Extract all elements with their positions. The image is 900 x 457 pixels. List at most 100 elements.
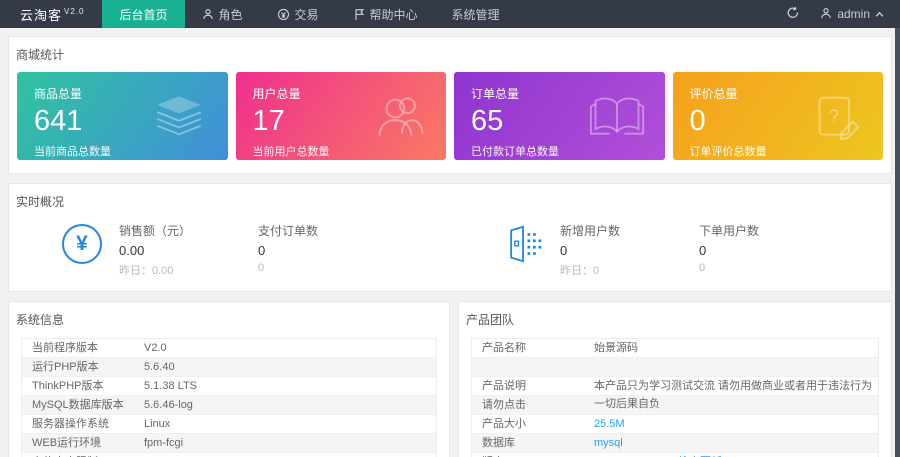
row-label: WEB运行环境: [22, 434, 144, 452]
stat-sub: 昨日：0: [560, 262, 699, 278]
stat-sub: 昨日：0.00: [119, 262, 258, 278]
user-name: admin: [837, 7, 870, 21]
table-row: MySQL数据库版本 5.6.46-log: [22, 396, 436, 415]
row-value: 5.6.40: [144, 358, 436, 376]
layers-icon: [150, 94, 208, 147]
product-team-title: 产品团队: [459, 302, 891, 337]
row-value: [594, 358, 878, 376]
table-row: ThinkPHP版本 5.1.38 LTS: [22, 377, 436, 396]
table-row: 当前程序版本 V2.0: [22, 339, 436, 358]
table-row: 运行PHP版本 5.6.40: [22, 358, 436, 377]
row-label: 产品名称: [472, 339, 594, 357]
note-question-icon: ?: [813, 94, 863, 147]
menu-item-trade-label: 交易: [295, 6, 319, 23]
stat-card-products: 商品总量 641 当前商品总数量: [17, 72, 228, 160]
user-avatar-icon: [820, 7, 832, 22]
main-menu: 后台首页 角色 交易: [102, 0, 516, 28]
database-link[interactable]: mysql: [594, 434, 878, 452]
menu-item-home[interactable]: 后台首页: [102, 0, 184, 28]
table-row: 请勿点击: [472, 396, 878, 415]
table-row: 产品说明 本产品只为学习测试交流 请勿用做商业或者用于违法行为 一切后果自负: [472, 377, 878, 396]
building-icon: [502, 223, 544, 265]
row-value: 5.1.38 LTS: [144, 377, 436, 395]
row-value: 始景源码: [594, 339, 878, 357]
stat-label: 销售额（元）: [119, 222, 258, 239]
table-row: WEB运行环境 fpm-fcgi: [22, 434, 436, 453]
product-team-table: 产品名称 始景源码 产品说明 本产品只为学习测试交流 请勿用做商业或者用于违法行…: [471, 338, 879, 457]
row-label: 产品说明: [472, 377, 594, 395]
row-label: 请勿点击: [472, 396, 594, 414]
row-label: MySQL数据库版本: [22, 396, 144, 414]
stat-value: 0: [560, 243, 699, 258]
product-team-panel: 产品团队 产品名称 始景源码 产品说明 本产品只为学习测试交流 请勿用做商业或者…: [458, 301, 892, 457]
row-label: 运行PHP版本: [22, 358, 144, 376]
row-value: 50M: [144, 453, 436, 457]
menu-item-help-label: 帮助中心: [370, 6, 418, 23]
menu-item-roles-label: 角色: [219, 6, 243, 23]
product-size-link[interactable]: 25.5M: [594, 415, 878, 433]
bottom-row: 系统信息 当前程序版本 V2.0 运行PHP版本 5.6.40 ThinkPHP…: [8, 301, 892, 457]
app-version: V2.0: [64, 7, 84, 16]
menu-item-roles[interactable]: 角色: [185, 0, 260, 28]
stat-value: 0: [699, 243, 838, 258]
table-row-empty: [472, 358, 878, 377]
stat-label: 新增用户数: [560, 222, 699, 239]
menu-item-system-label: 系统管理: [452, 6, 500, 23]
stat-sales: 销售额（元） 0.00 昨日：0.00: [119, 222, 258, 278]
row-value: fpm-fcgi: [144, 434, 436, 452]
chevron-up-icon: [875, 7, 884, 21]
row-value: 本产品只为学习测试交流 请勿用做商业或者用于违法行为 一切后果自负: [594, 377, 878, 395]
table-row: 版本 20100106 检查更新: [472, 453, 878, 457]
stat-new-users: 新增用户数 0 昨日：0: [560, 222, 699, 278]
window-scrollbar[interactable]: [895, 28, 900, 457]
stat-label: 支付订单数: [258, 222, 397, 239]
book-icon: [589, 94, 645, 143]
row-label: 数据库: [472, 434, 594, 452]
stat-value: 0: [258, 243, 397, 258]
stats-panel: 商城统计 商品总量 641 当前商品总数量: [8, 36, 892, 174]
stat-label: 下单用户数: [699, 222, 838, 239]
realtime-row: ¥ 销售额（元） 0.00 昨日：0.00 支付订单数 0 0: [9, 219, 891, 291]
stat-ordering-users: 下单用户数 0 0: [699, 222, 838, 274]
app-logo: 云淘客 V2.0: [0, 0, 102, 28]
realtime-group-users: 新增用户数 0 昨日：0 下单用户数 0 0: [450, 222, 891, 278]
yen-circle-icon: ¥: [61, 223, 103, 265]
row-value: Linux: [144, 415, 436, 433]
row-value: V2.0: [144, 339, 436, 357]
stat-cards: 商品总量 641 当前商品总数量 用户总量 17: [9, 72, 891, 173]
user-menu[interactable]: admin: [820, 7, 884, 22]
row-label: 版本: [472, 453, 594, 457]
row-label: ThinkPHP版本: [22, 377, 144, 395]
row-label: 产品大小: [472, 415, 594, 433]
menu-item-home-label: 后台首页: [119, 6, 167, 23]
stats-panel-title: 商城统计: [9, 37, 891, 72]
stat-value: 0.00: [119, 243, 258, 258]
realtime-panel: 实时概况 ¥ 销售额（元） 0.00 昨日：0.00 支付订单数 0 0: [8, 183, 892, 292]
menu-item-system[interactable]: 系统管理: [435, 0, 517, 28]
user-icon: [202, 8, 214, 20]
stat-card-reviews: 评价总量 0 订单评价总数量 ?: [673, 72, 884, 160]
menu-item-trade[interactable]: 交易: [260, 0, 336, 28]
refresh-icon[interactable]: [786, 6, 800, 23]
system-info-panel: 系统信息 当前程序版本 V2.0 运行PHP版本 5.6.40 ThinkPHP…: [8, 301, 450, 457]
stat-card-desc: 已付款订单总数量: [471, 143, 648, 159]
table-row: 产品名称 始景源码: [472, 339, 878, 358]
stat-card-desc: 当前用户总数量: [253, 143, 430, 159]
row-value: [594, 396, 878, 414]
navbar-right: admin: [786, 0, 900, 28]
row-label: 服务器操作系统: [22, 415, 144, 433]
stat-card-users: 用户总量 17 当前用户总数量: [236, 72, 447, 160]
stat-sub: 0: [699, 262, 838, 274]
page-content: 商城统计 商品总量 641 当前商品总数量: [0, 28, 900, 457]
app-logo-text: 云淘客: [20, 5, 62, 24]
svg-text:?: ?: [829, 106, 839, 127]
table-row: 数据库 mysql: [472, 434, 878, 453]
menu-item-help[interactable]: 帮助中心: [336, 0, 435, 28]
row-label: [472, 358, 594, 376]
table-row: 上传大小限制 50M: [22, 453, 436, 457]
row-value: 5.6.46-log: [144, 396, 436, 414]
row-label: 上传大小限制: [22, 453, 144, 457]
realtime-panel-title: 实时概况: [9, 184, 891, 219]
row-value: 20100106 检查更新: [594, 453, 878, 457]
stat-paid-orders: 支付订单数 0 0: [258, 222, 397, 274]
